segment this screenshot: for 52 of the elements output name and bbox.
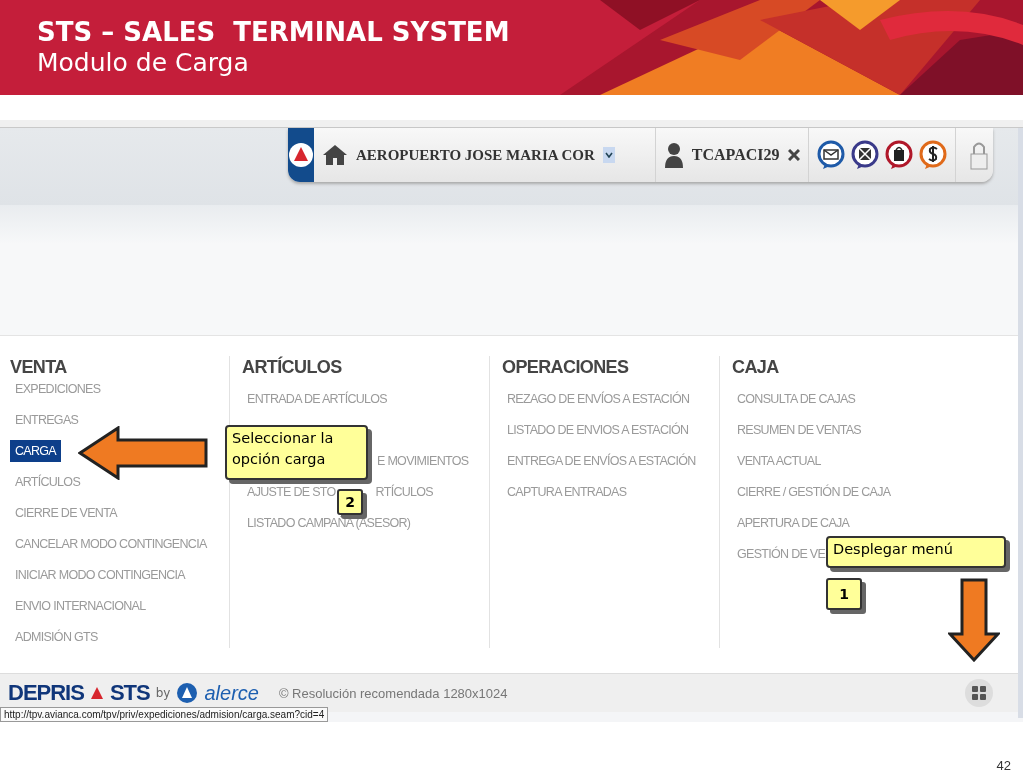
menu-item[interactable]: APERTURA DE CAJA [732, 512, 855, 534]
envelope-icon[interactable] [850, 140, 879, 170]
menu-item[interactable]: CIERRE DE VENTA [10, 502, 122, 524]
brand-name: DEPRIS [8, 680, 84, 706]
partner-name: alerce [204, 681, 259, 705]
menu-item[interactable]: ENTREGA DE ENVÍOS A ESTACIÓN [502, 450, 701, 472]
menu-item[interactable]: REZAGO DE ENVÍOS A ESTACIÓN [502, 388, 695, 410]
status-url: http://tpv.avianca.com/tpv/priv/expediciones/admision/carga.seam?cid=4 [0, 707, 329, 722]
menu-item[interactable]: CONSULTA DE CAJAS [732, 388, 861, 410]
menu-heading: VENTA [10, 356, 67, 378]
menu-item[interactable]: ENVIO INTERNACIONAL [10, 595, 151, 617]
menu-item[interactable]: CARGA [10, 440, 61, 462]
menu-item[interactable]: LISTADO CAMPAÑA (ASESOR) [242, 512, 416, 534]
by-label: by [155, 686, 171, 700]
menu-item[interactable]: ARTÍCULOS [10, 471, 85, 493]
menu-item[interactable]: EXPEDICIONES [10, 378, 106, 400]
menu-item[interactable]: RESUMEN DE VENTAS [732, 419, 866, 441]
dollar-icon[interactable] [918, 140, 947, 170]
menu-item[interactable]: E MOVIMIENTOS [372, 450, 474, 472]
scrollbar[interactable] [1018, 128, 1023, 718]
close-icon[interactable] [787, 149, 800, 161]
home-icon[interactable] [322, 144, 348, 166]
menu-item[interactable]: ENTRADA DE ARTÍCULOS [242, 388, 392, 410]
mail-icon[interactable] [816, 140, 845, 170]
partner-logo-icon [176, 682, 199, 704]
location-select[interactable]: AEROPUERTO JOSE MARIA COR [356, 146, 595, 164]
menu-item[interactable]: CANCELAR MODO CONTINGENCIA [10, 533, 212, 555]
user-icon [663, 142, 684, 168]
menu-item[interactable]: RTÍCULOS [370, 481, 438, 503]
menu-heading: CAJA [732, 356, 779, 379]
menu-item[interactable]: ADMISIÓN GTS [10, 626, 103, 648]
menu-item[interactable]: ENTREGAS [10, 409, 84, 431]
slide-subtitle: Modulo de Carga [37, 48, 249, 78]
bag-icon[interactable] [884, 140, 913, 170]
menu-item[interactable]: LISTADO DE ENVIOS A ESTACIÓN [502, 419, 694, 441]
brand-name: STS [109, 680, 150, 706]
copyright-text: © Resolución recomendada 1280x1024 [278, 685, 508, 701]
menu-button[interactable] [965, 679, 993, 707]
triangle-icon [89, 686, 104, 700]
grid-icon [971, 685, 987, 701]
slide-title: STS – SALES TERMINAL SYSTEM [37, 16, 510, 48]
logo-icon [288, 142, 314, 168]
page-number: 42 [996, 758, 1011, 773]
menu-item[interactable]: VENTA ACTUAL [732, 450, 826, 472]
username: TCAPACI29 [691, 146, 780, 164]
dropdown-caret-icon[interactable] [602, 147, 615, 163]
menu-item[interactable]: CIERRE / GESTIÓN DE CAJA [732, 481, 896, 503]
lock-icon[interactable] [969, 140, 988, 170]
menu-heading: ARTÍCULOS [242, 356, 342, 379]
menu-heading: OPERACIONES [502, 356, 629, 379]
menu-item[interactable]: CAPTURA ENTRADAS [502, 481, 632, 503]
menu-item[interactable]: INICIAR MODO CONTINGENCIA [10, 564, 190, 586]
